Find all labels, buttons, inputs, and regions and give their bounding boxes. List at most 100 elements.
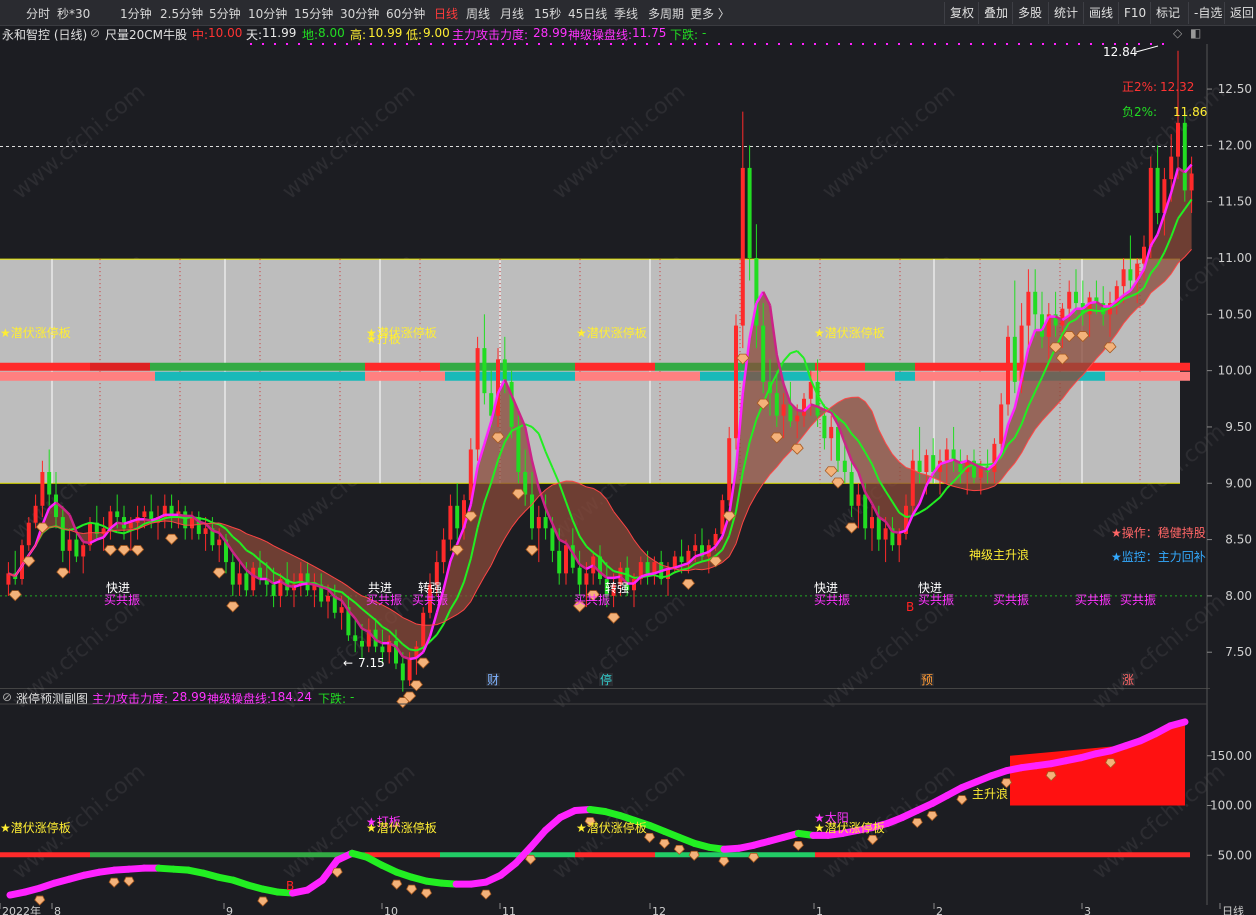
x-tick-label: 3 bbox=[1084, 905, 1091, 915]
top-signal-dot bbox=[586, 43, 588, 45]
trend-line bbox=[198, 517, 206, 521]
candle-body bbox=[251, 567, 256, 591]
candle-body bbox=[1182, 122, 1187, 191]
candle bbox=[1182, 111, 1187, 202]
max-price-arrow bbox=[1135, 45, 1159, 53]
top-signal-dot bbox=[478, 43, 480, 45]
candle-body bbox=[747, 167, 752, 258]
sub-signal-label: ★潜伏涨停板 bbox=[814, 820, 885, 835]
minus2-value: 11.86 bbox=[1173, 105, 1207, 119]
sub-indicator-line bbox=[1166, 718, 1189, 730]
god-operation-line bbox=[307, 582, 315, 586]
candle-body bbox=[353, 635, 358, 641]
trend-line bbox=[932, 496, 941, 504]
candle-body bbox=[897, 533, 902, 546]
top-signal-dot bbox=[982, 43, 984, 45]
candle-body bbox=[482, 348, 487, 394]
top-signal-dot bbox=[262, 43, 264, 45]
top-signal-dot bbox=[550, 43, 552, 45]
top-signal-dot bbox=[826, 43, 828, 45]
status-bar-top bbox=[440, 362, 575, 371]
watermark: www.cfchi.com bbox=[818, 79, 960, 204]
gem-marker bbox=[103, 545, 117, 557]
god-operation-line bbox=[796, 408, 805, 413]
candle-body bbox=[26, 522, 31, 546]
top-signal-dot bbox=[622, 43, 624, 45]
gem-marker bbox=[22, 556, 36, 568]
candle bbox=[230, 550, 235, 596]
candle bbox=[740, 111, 745, 349]
candle-body bbox=[836, 426, 840, 461]
candle-body bbox=[530, 494, 534, 529]
candle-body bbox=[230, 562, 235, 585]
trend-line bbox=[89, 521, 97, 525]
candle bbox=[183, 505, 188, 540]
top-signal-dot bbox=[1162, 43, 1164, 45]
mode-label: 买共振 bbox=[104, 593, 140, 607]
top-signal-dot bbox=[514, 43, 516, 45]
candle-body bbox=[516, 426, 521, 472]
sub-signal-label: ★潜伏涨停板 bbox=[0, 820, 71, 835]
candle-body bbox=[509, 381, 514, 427]
sub-status-bar bbox=[90, 852, 150, 858]
gem-marker bbox=[56, 567, 70, 579]
mode-label: 买共振 bbox=[1120, 593, 1156, 607]
candle-body bbox=[1087, 297, 1092, 315]
candle-body bbox=[47, 472, 52, 495]
candle-body bbox=[217, 539, 222, 546]
candle-body bbox=[795, 415, 800, 422]
candle-body bbox=[67, 539, 72, 551]
top-signal-dot bbox=[598, 43, 600, 45]
trend-line bbox=[409, 648, 417, 652]
candle-body bbox=[781, 404, 786, 416]
signal-label: ★潜伏涨停板 bbox=[814, 325, 885, 340]
trend-line bbox=[661, 575, 669, 579]
top-signal-dot bbox=[526, 43, 528, 45]
trend-line bbox=[334, 589, 342, 593]
x-tick-label: 12 bbox=[652, 905, 666, 915]
watermark: www.cfchi.com bbox=[548, 589, 690, 714]
candle-body bbox=[693, 545, 698, 551]
gem-marker bbox=[226, 601, 240, 613]
candle-body bbox=[999, 404, 1004, 444]
plus2-value: 12.32 bbox=[1160, 80, 1194, 94]
plus2-label: 正2%: bbox=[1122, 80, 1157, 94]
candle-body bbox=[360, 640, 364, 647]
god-operation-line bbox=[178, 513, 186, 518]
status-bar-bottom bbox=[155, 371, 365, 381]
mode-label: 买共振 bbox=[574, 593, 610, 607]
main-wave-note: 神级主升浪 bbox=[969, 547, 1029, 562]
event-marker: 涨 bbox=[1122, 672, 1134, 687]
candle bbox=[67, 528, 72, 574]
top-signal-dot bbox=[994, 43, 996, 45]
god-operation-line bbox=[82, 540, 91, 545]
candle-body bbox=[1176, 122, 1180, 157]
top-signal-dot bbox=[898, 43, 900, 45]
sub-gem-marker bbox=[420, 888, 432, 899]
sub-gem-marker bbox=[391, 879, 403, 890]
candle-body bbox=[829, 426, 834, 439]
top-signal-dot bbox=[946, 43, 948, 45]
candle-body bbox=[455, 505, 460, 529]
chart-canvas[interactable]: www.cfchi.com www.cfchi.com www.cfchi.com w… bbox=[0, 0, 1256, 915]
candle bbox=[135, 505, 140, 540]
candle-body bbox=[101, 528, 106, 534]
x-axis-strip bbox=[0, 905, 1256, 915]
top-signal-dot bbox=[874, 43, 876, 45]
top-signal-dot bbox=[778, 43, 780, 45]
top-signal-dot bbox=[1150, 43, 1152, 45]
top-signal-dot bbox=[958, 43, 960, 45]
candle-body bbox=[856, 494, 861, 506]
status-bar-bottom bbox=[575, 371, 700, 381]
status-bar-top bbox=[150, 362, 365, 371]
trend-line bbox=[178, 516, 186, 520]
minus2-label: 负2%: bbox=[1122, 105, 1157, 119]
x-tick-label: 2 bbox=[936, 905, 943, 915]
y-tick-label: 7.50 bbox=[1225, 645, 1252, 659]
candle bbox=[727, 426, 732, 506]
god-operation-line bbox=[1089, 300, 1097, 305]
gem-marker bbox=[607, 612, 621, 624]
min-price-label: 7.15 bbox=[358, 656, 385, 670]
top-signal-dot bbox=[466, 43, 468, 45]
candle-body bbox=[305, 573, 310, 591]
